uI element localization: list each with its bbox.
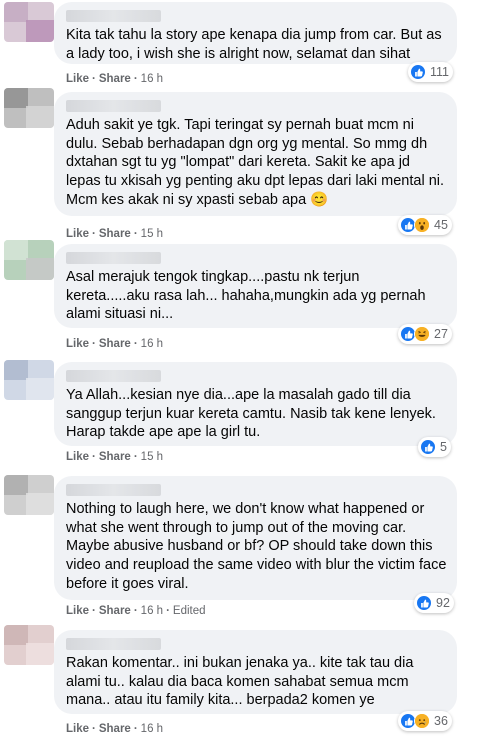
sad-reaction-icon (414, 713, 430, 729)
reaction-summary[interactable]: 45 (398, 215, 452, 235)
share-button[interactable]: Share (99, 723, 131, 735)
avatar[interactable] (4, 2, 54, 42)
comment-timestamp[interactable]: 16 h (141, 338, 163, 350)
haha-reaction-icon (414, 326, 430, 342)
comment-text: Aduh sakit ye tgk. Tapi teringat sy pern… (66, 117, 445, 208)
reaction-count: 5 (440, 440, 447, 454)
comment-bubble: Rakan komentar.. ini bukan jenaka ya.. k… (54, 630, 457, 714)
like-reaction-icon (416, 595, 432, 611)
comment-actions: Like · Share · 15 h (66, 451, 163, 463)
like-button[interactable]: Like (66, 73, 89, 85)
separator-dot: · (92, 605, 96, 617)
comment-actions: Like · Share · 16 h (66, 73, 163, 85)
comment-bubble: Aduh sakit ye tgk. Tapi teringat sy pern… (54, 92, 457, 216)
like-button[interactable]: Like (66, 338, 89, 350)
comment-actions: Like · Share · 16 h (66, 723, 163, 735)
reaction-count: 36 (434, 714, 448, 728)
comment-text: Ya Allah...kesian nye dia...ape la masal… (66, 387, 436, 441)
reaction-count: 27 (434, 327, 448, 341)
separator-dot: · (133, 605, 138, 617)
reaction-count: 45 (434, 218, 448, 232)
author-name-redacted[interactable] (66, 638, 161, 650)
reaction-summary[interactable]: 27 (398, 324, 452, 344)
comment-actions: Like · Share · 16 h (66, 338, 163, 350)
avatar[interactable] (4, 475, 54, 515)
comment-timestamp[interactable]: 16 h (141, 73, 163, 85)
author-name-redacted[interactable] (66, 252, 161, 264)
avatar[interactable] (4, 88, 54, 128)
comment-text: Rakan komentar.. ini bukan jenaka ya.. k… (66, 655, 414, 709)
share-button[interactable]: Share (99, 228, 131, 240)
comment-bubble: Kita tak tahu la story ape kenapa dia ju… (54, 2, 457, 64)
comment-bubble: Ya Allah...kesian nye dia...ape la masal… (54, 362, 457, 446)
comment-text: Asal merajuk tengok tingkap....pastu nk … (66, 269, 426, 323)
separator-dot: · (133, 73, 138, 85)
like-reaction-icon (410, 64, 426, 80)
avatar[interactable] (4, 240, 54, 280)
share-button[interactable]: Share (99, 451, 131, 463)
share-button[interactable]: Share (99, 338, 131, 350)
reaction-summary[interactable]: 92 (414, 593, 454, 613)
separator-dot: · (92, 451, 96, 463)
share-button[interactable]: Share (99, 605, 131, 617)
separator-dot: · (133, 451, 138, 463)
avatar[interactable] (4, 360, 54, 400)
reaction-count: 92 (436, 596, 450, 610)
separator-dot: · (133, 228, 138, 240)
separator-dot: · (166, 605, 170, 617)
edited-label[interactable]: Edited (173, 605, 206, 617)
comment-text: Nothing to laugh here, we don't know wha… (66, 501, 447, 592)
author-name-redacted[interactable] (66, 484, 161, 496)
like-button[interactable]: Like (66, 723, 89, 735)
separator-dot: · (92, 723, 96, 735)
author-name-redacted[interactable] (66, 370, 161, 382)
comment-actions: Like · Share · 15 h (66, 228, 163, 240)
separator-dot: · (133, 338, 138, 350)
separator-dot: · (133, 723, 138, 735)
wow-reaction-icon (414, 217, 430, 233)
avatar[interactable] (4, 625, 54, 665)
like-reaction-icon (420, 439, 436, 455)
reaction-count: 111 (430, 65, 450, 79)
author-name-redacted[interactable] (66, 100, 161, 112)
comment-bubble: Asal merajuk tengok tingkap....pastu nk … (54, 244, 457, 328)
reaction-summary[interactable]: 111 (408, 62, 454, 82)
like-button[interactable]: Like (66, 605, 89, 617)
comment-timestamp[interactable]: 16 h (141, 605, 163, 617)
comment-timestamp[interactable]: 16 h (141, 723, 163, 735)
like-button[interactable]: Like (66, 451, 89, 463)
reaction-summary[interactable]: 36 (398, 711, 452, 731)
comment-bubble: Nothing to laugh here, we don't know wha… (54, 476, 457, 600)
separator-dot: · (92, 73, 96, 85)
author-name-redacted[interactable] (66, 10, 161, 22)
comment-timestamp[interactable]: 15 h (141, 451, 163, 463)
like-button[interactable]: Like (66, 228, 89, 240)
separator-dot: · (92, 338, 96, 350)
separator-dot: · (92, 228, 96, 240)
comment-actions: Like · Share · 16 h · Edited (66, 605, 206, 617)
share-button[interactable]: Share (99, 73, 131, 85)
comment-timestamp[interactable]: 15 h (141, 228, 163, 240)
reaction-summary[interactable]: 5 (418, 437, 451, 457)
comment-text: Kita tak tahu la story ape kenapa dia ju… (66, 27, 442, 62)
